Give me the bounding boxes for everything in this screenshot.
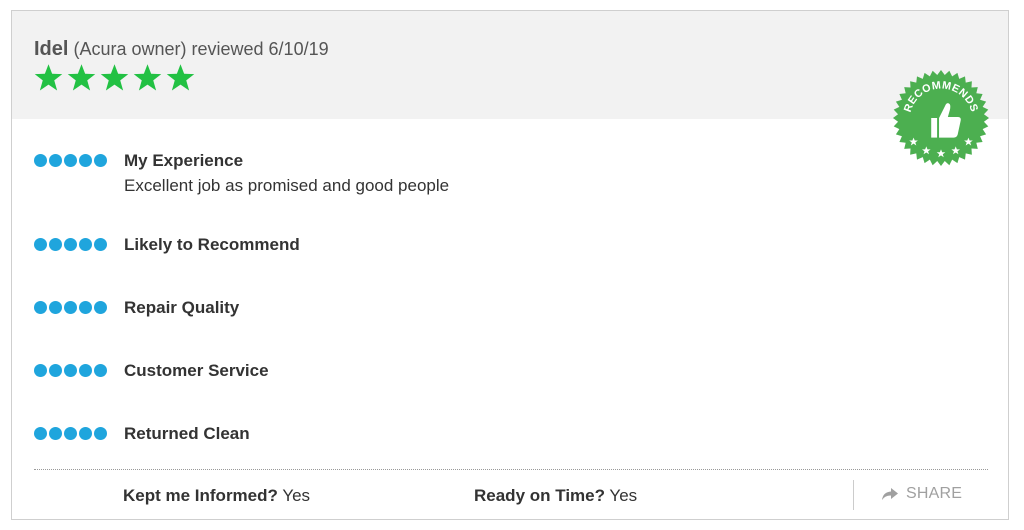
ready-on-time: Ready on Time? Yes [474,486,637,506]
rating-dot [64,427,77,440]
rating-dots [34,364,107,377]
rating-dot [79,154,92,167]
rating-dot [34,154,47,167]
rating-text: Returned Clean [124,424,250,444]
rating-label: My Experience [124,151,244,170]
reviewer-name: Idel [34,38,69,60]
rating-dot [34,301,47,314]
rating-dot [49,364,62,377]
star-icon [100,64,129,91]
rating-dot [64,364,77,377]
rating-row: Returned Clean [34,424,250,443]
review-header: Idel (Acura owner) reviewed 6/10/19 [12,11,1008,119]
rating-dot [49,154,62,167]
rating-dot [34,427,47,440]
ready-on-time-question: Ready on Time? [474,486,605,505]
star-icon [67,64,96,91]
rating-dots [34,301,107,314]
rating-comment: Excellent job as promised and good peopl… [124,176,450,195]
rating-dot [34,238,47,251]
rating-label: Customer Service [124,361,269,380]
rating-dot [79,364,92,377]
rating-row: Repair Quality [34,298,239,317]
rating-dot [64,301,77,314]
share-separator [853,480,854,510]
rating-text: Likely to Recommend [124,235,300,255]
rating-dot [94,427,107,440]
recommends-badge: RECOMMENDS [892,69,990,167]
overall-star-rating [33,63,196,93]
star-icon [166,64,195,91]
share-label: SHARE [906,485,963,502]
rating-dot [79,238,92,251]
rating-text: Customer Service [124,361,269,381]
rating-dot [79,427,92,440]
rating-dot [94,301,107,314]
rating-dot [64,154,77,167]
reviewer-line: Idel (Acura owner) reviewed 6/10/19 [34,38,329,61]
rating-row: Likely to Recommend [34,235,300,254]
share-button[interactable]: SHARE [881,485,962,503]
rating-dot [49,427,62,440]
rating-dots [34,238,107,251]
rating-label: Returned Clean [124,424,250,443]
rating-label: Likely to Recommend [124,235,300,254]
review-card: Idel (Acura owner) reviewed 6/10/19 RECO… [11,10,1009,520]
kept-informed-question: Kept me Informed? [123,486,278,505]
rating-dot [49,301,62,314]
rating-dot [79,301,92,314]
rating-label: Repair Quality [124,298,240,317]
star-icon [34,64,63,91]
rating-row: Customer Service [34,361,269,380]
kept-informed: Kept me Informed? Yes [123,486,310,506]
rating-dot [64,238,77,251]
rating-row: My Experience Excellent job as promised a… [34,151,449,195]
rating-text: My Experience Excellent job as promised a… [124,151,449,196]
share-arrow-icon [882,488,898,500]
star-icon [133,64,162,91]
rating-dot [94,238,107,251]
footer-divider [34,469,988,470]
ready-on-time-answer: Yes [609,486,638,505]
rating-dot [94,364,107,377]
rating-dot [94,154,107,167]
kept-informed-answer: Yes [282,486,311,505]
rating-dot [49,238,62,251]
rating-dots [34,427,107,440]
rating-dots [34,154,107,167]
reviewer-meta: (Acura owner) reviewed 6/10/19 [73,39,329,59]
rating-dot [34,364,47,377]
rating-text: Repair Quality [124,298,239,318]
